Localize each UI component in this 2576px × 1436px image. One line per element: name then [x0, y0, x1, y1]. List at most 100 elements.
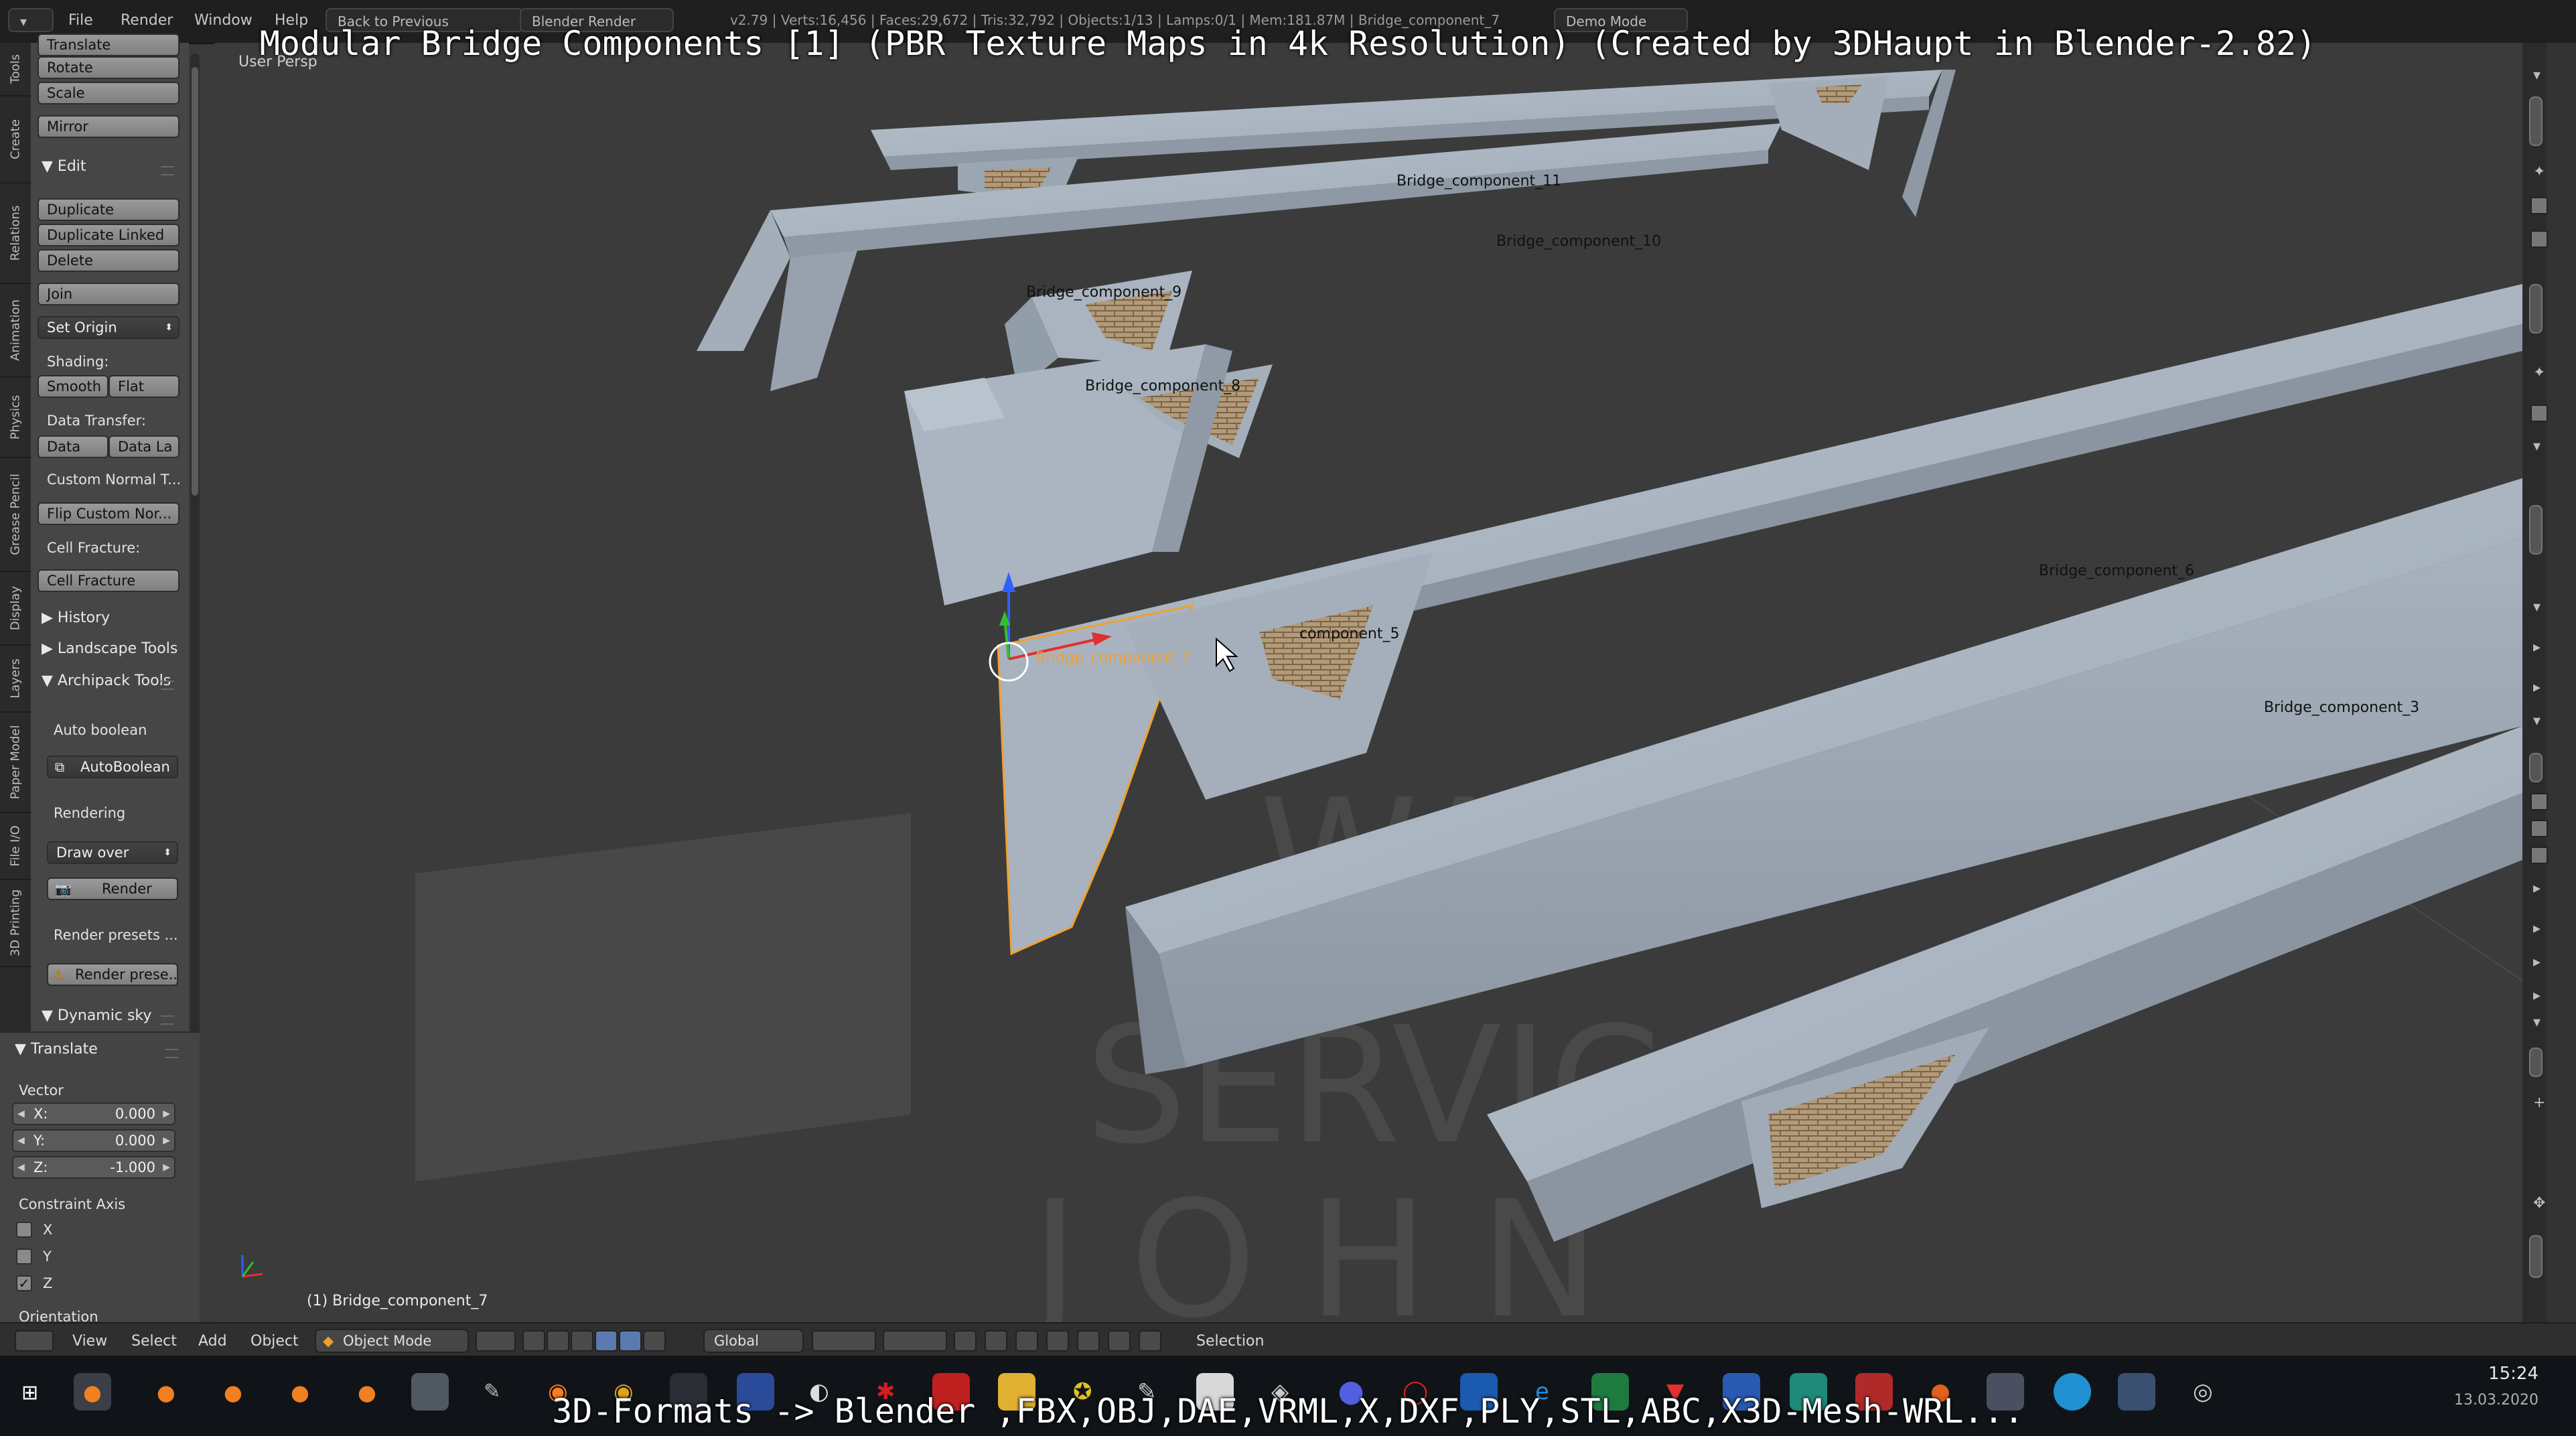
drag-handle-icon[interactable] — [161, 166, 174, 175]
duplicate-button[interactable]: Duplicate — [38, 198, 180, 221]
scroll-handle[interactable] — [2529, 505, 2543, 555]
increment-arrow-icon[interactable]: ▶ — [163, 1104, 170, 1124]
constraint-z-checkbox[interactable]: ✓ — [16, 1275, 32, 1291]
scale-manipulator-icon[interactable] — [643, 1330, 666, 1352]
tab-file-io[interactable]: File I/O — [0, 813, 31, 880]
tab-paper-model[interactable]: Paper Model — [0, 713, 31, 813]
tab-3d-printing[interactable]: 3D Printing — [0, 880, 31, 967]
toggle-icon[interactable] — [2530, 405, 2548, 422]
snap-toggle-button[interactable] — [1015, 1330, 1038, 1352]
decrement-arrow-icon[interactable]: ◀ — [17, 1131, 25, 1151]
toggle-icon[interactable] — [2530, 820, 2548, 837]
flat-button[interactable]: Flat — [109, 375, 180, 398]
vector-y-field[interactable]: ◀ Y: 0.000 ▶ — [12, 1129, 175, 1152]
collapse-arrow-icon[interactable]: ▾ — [2533, 67, 2541, 84]
operator-panel-header[interactable]: ▼ Translate — [15, 1041, 98, 1058]
layer-lock-button[interactable] — [954, 1330, 977, 1352]
pivot-options-button[interactable] — [547, 1330, 569, 1352]
decrement-arrow-icon[interactable]: ◀ — [17, 1157, 25, 1177]
delete-button[interactable]: Delete — [38, 249, 180, 272]
constraint-y-checkbox[interactable] — [16, 1248, 32, 1265]
menu-object[interactable]: Object — [251, 1333, 299, 1350]
pivot-point-button[interactable] — [522, 1330, 545, 1352]
object-mode-select[interactable]: ◆ Object Mode — [315, 1329, 469, 1353]
shading-mode-button[interactable] — [476, 1330, 516, 1352]
increment-arrow-icon[interactable]: ▶ — [163, 1157, 170, 1177]
expand-arrow-icon[interactable]: ▸ — [2533, 639, 2541, 656]
drag-handle-icon[interactable] — [165, 1049, 178, 1058]
snap-element-button[interactable] — [1046, 1330, 1069, 1352]
3d-viewport[interactable]: User Persp WARE SERVIC J O H N — [214, 43, 2522, 1322]
flip-custom-normals-button[interactable]: Flip Custom Nor... — [38, 502, 180, 525]
vector-z-field[interactable]: ◀ Z: -1.000 ▶ — [12, 1156, 175, 1179]
render-preview-button[interactable] — [1108, 1330, 1131, 1352]
collapse-arrow-icon[interactable]: ▾ — [2533, 599, 2541, 616]
render-presets-button[interactable]: ⚠ Render prese... — [47, 963, 178, 986]
layers-block-2[interactable] — [883, 1330, 947, 1352]
expand-arrow-icon[interactable]: ▸ — [2533, 880, 2541, 897]
snap-target-button[interactable] — [1077, 1330, 1100, 1352]
translate-manipulator-icon[interactable] — [595, 1330, 618, 1352]
edit-panel-header[interactable]: ▼ Edit — [42, 158, 86, 175]
drag-handle-icon[interactable] — [161, 680, 174, 690]
data-transfer-button[interactable]: Data — [38, 435, 109, 458]
collapse-arrow-icon[interactable]: ▾ — [2533, 713, 2541, 729]
expand-arrow-icon[interactable]: ▸ — [2533, 920, 2541, 937]
collapse-arrow-icon[interactable]: ▾ — [2533, 1014, 2541, 1031]
toggle-icon[interactable] — [2530, 197, 2548, 214]
menu-select[interactable]: Select — [131, 1333, 177, 1350]
tab-create[interactable]: Create — [0, 96, 31, 184]
constraint-x-checkbox[interactable] — [16, 1222, 32, 1238]
archipack-tools-header[interactable]: ▼ Archipack Tools — [42, 672, 171, 689]
landscape-tools-header[interactable]: ▶ Landscape Tools — [42, 640, 177, 657]
tab-animation[interactable]: Animation — [0, 284, 31, 378]
tab-display[interactable]: Display — [0, 572, 31, 646]
scroll-handle[interactable] — [2529, 1235, 2543, 1278]
object-icon[interactable]: ✦ — [2533, 163, 2545, 180]
tab-grease-pencil[interactable]: Grease Pencil — [0, 458, 31, 572]
collapse-arrow-icon[interactable]: ▾ — [2533, 438, 2541, 455]
data-layout-button[interactable]: Data La — [109, 435, 180, 458]
auto-boolean-button[interactable]: ⧉ AutoBoolean — [47, 756, 178, 778]
scroll-handle[interactable] — [2529, 96, 2543, 146]
clock-time[interactable]: 15:24 — [2488, 1364, 2538, 1384]
render-button[interactable]: 📷 Render — [47, 877, 178, 900]
scroll-handle[interactable] — [2529, 753, 2543, 782]
mirror-button[interactable]: Mirror — [38, 115, 180, 138]
expand-arrow-icon[interactable]: ▸ — [2533, 987, 2541, 1004]
scale-button[interactable]: Scale — [38, 82, 180, 104]
scroll-handle[interactable] — [2529, 284, 2543, 334]
tab-physics[interactable]: Physics — [0, 378, 31, 458]
opengl-render-button[interactable] — [1139, 1330, 1161, 1352]
transform-orientation-select[interactable]: Global — [703, 1329, 804, 1353]
rotate-manipulator-icon[interactable] — [619, 1330, 642, 1352]
manipulator-toggle[interactable] — [571, 1330, 593, 1352]
menu-add[interactable]: Add — [198, 1333, 227, 1350]
join-button[interactable]: Join — [38, 283, 180, 305]
tool-shelf-scrollbar[interactable] — [190, 54, 200, 1125]
tab-relations[interactable]: Relations — [0, 184, 31, 284]
history-panel-header[interactable]: ▶ History — [42, 609, 110, 626]
set-origin-select[interactable]: Set Origin ⬍ — [38, 316, 180, 339]
move-icon[interactable]: ✥ — [2533, 1195, 2545, 1212]
layers-block-1[interactable] — [812, 1330, 876, 1352]
dynamic-sky-header[interactable]: ▼ Dynamic sky — [42, 1007, 151, 1024]
menu-view[interactable]: View — [72, 1333, 107, 1350]
decrement-arrow-icon[interactable]: ◀ — [17, 1104, 25, 1124]
scrollbar-thumb[interactable] — [192, 67, 198, 496]
expand-arrow-icon[interactable]: ▸ — [2533, 679, 2541, 696]
cell-fracture-button[interactable]: Cell Fracture — [38, 569, 180, 592]
vector-x-field[interactable]: ◀ X: 0.000 ▶ — [12, 1102, 175, 1125]
toggle-icon[interactable] — [2530, 847, 2548, 864]
proportional-edit-button[interactable] — [985, 1330, 1007, 1352]
editor-type-button[interactable] — [15, 1330, 54, 1352]
smooth-button[interactable]: Smooth — [38, 375, 109, 398]
expand-arrow-icon[interactable]: ▸ — [2533, 954, 2541, 971]
add-icon[interactable]: + — [2533, 1094, 2545, 1111]
tab-layers[interactable]: Layers — [0, 646, 31, 713]
drag-handle-icon[interactable] — [161, 1015, 174, 1025]
object-icon[interactable]: ✦ — [2533, 364, 2545, 381]
scroll-handle[interactable] — [2529, 1048, 2543, 1077]
toggle-icon[interactable] — [2530, 793, 2548, 810]
toggle-icon[interactable] — [2530, 230, 2548, 248]
